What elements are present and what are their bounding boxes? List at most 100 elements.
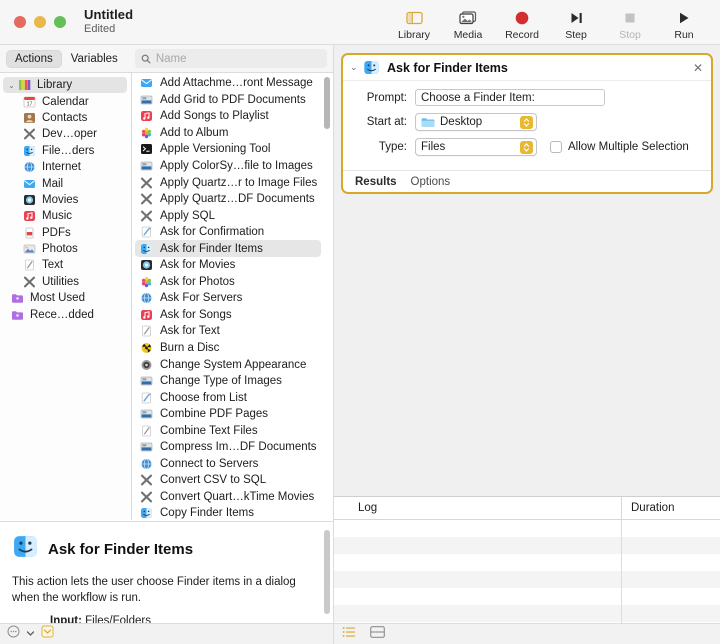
- toolbar-button-step[interactable]: Step: [550, 3, 602, 41]
- checkbox-yellow-icon[interactable]: [41, 625, 54, 643]
- table-row[interactable]: [334, 537, 720, 554]
- type-field-row: Type: Files Allow Multiple Selection: [353, 138, 701, 156]
- action-list-item[interactable]: Apply Quartz…DF Documents: [132, 191, 333, 208]
- library-item-contacts[interactable]: Contacts: [0, 110, 131, 126]
- action-list-item-label: Change System Appearance: [160, 359, 306, 371]
- library-item-calendar[interactable]: 17 Calendar: [0, 93, 131, 109]
- library-item-movies[interactable]: Movies: [0, 192, 131, 208]
- mail-icon: [139, 77, 154, 90]
- table-row[interactable]: [334, 588, 720, 605]
- library-item-library[interactable]: ⌄ Library: [3, 77, 127, 93]
- zoom-window-button[interactable]: [54, 16, 66, 28]
- action-list[interactable]: Add Attachme…ront MessageAdd Grid to PDF…: [132, 73, 333, 520]
- tab-variables[interactable]: Variables: [62, 50, 127, 68]
- action-list-item[interactable]: Convert CSV to SQL: [132, 472, 333, 489]
- library-label-photos: Photos: [42, 243, 78, 255]
- library-item-most-used[interactable]: Most Used: [0, 290, 131, 306]
- action-list-item[interactable]: Apply ColorSy…file to Images: [132, 158, 333, 175]
- action-list-item[interactable]: Apply SQL: [132, 207, 333, 224]
- action-list-item[interactable]: Ask for Movies: [132, 257, 333, 274]
- prompt-label: Prompt:: [353, 92, 407, 104]
- stepper-chevrons-icon[interactable]: [520, 141, 533, 154]
- tab-actions[interactable]: Actions: [6, 50, 62, 68]
- text-edit-icon: [139, 391, 154, 404]
- action-list-item[interactable]: Add Attachme…ront Message: [132, 75, 333, 92]
- log-table-rows[interactable]: [334, 520, 720, 622]
- chevron-down-icon[interactable]: ⌄: [350, 62, 363, 73]
- action-list-scrollbar[interactable]: [324, 77, 330, 129]
- workflow-action-card[interactable]: ⌄ Ask for Finder Items ✕ Prompt: Choose …: [341, 53, 713, 194]
- library-item-music[interactable]: Music: [0, 208, 131, 224]
- action-list-item[interactable]: Ask for Songs: [132, 307, 333, 324]
- action-list-item[interactable]: Apply Quartz…r to Image Files: [132, 174, 333, 191]
- ellipsis-icon[interactable]: [7, 625, 20, 643]
- allow-multiple-selection-checkbox[interactable]: Allow Multiple Selection: [550, 141, 689, 153]
- table-row[interactable]: [334, 520, 720, 537]
- toolbar-label-media: Media: [454, 29, 483, 41]
- toolbar-button-run[interactable]: Run: [658, 3, 710, 41]
- action-list-item[interactable]: Add Grid to PDF Documents: [132, 92, 333, 109]
- action-list-item[interactable]: Convert Quart…kTime Movies: [132, 489, 333, 506]
- table-row[interactable]: [334, 605, 720, 622]
- globe-icon: [22, 161, 37, 174]
- action-list-item[interactable]: Change System Appearance: [132, 356, 333, 373]
- checkbox-box[interactable]: [550, 141, 562, 153]
- chevron-down-icon[interactable]: ⌄: [6, 81, 17, 90]
- toolbar-button-library[interactable]: Library: [388, 3, 440, 41]
- type-dropdown[interactable]: Files: [415, 138, 537, 156]
- close-icon[interactable]: ✕: [693, 62, 703, 74]
- library-item-recently-added[interactable]: Rece…dded: [0, 306, 131, 322]
- media-icon: [459, 8, 477, 27]
- start-at-dropdown[interactable]: Desktop: [415, 113, 537, 131]
- action-list-item[interactable]: Choose from List: [132, 389, 333, 406]
- log-column-header-duration[interactable]: Duration: [621, 497, 674, 519]
- close-window-button[interactable]: [14, 16, 26, 28]
- action-list-item[interactable]: Add Songs to Playlist: [132, 108, 333, 125]
- library-label-music: Music: [42, 210, 72, 222]
- table-row[interactable]: [334, 571, 720, 588]
- log-column-header-log[interactable]: Log: [334, 502, 621, 514]
- action-list-item[interactable]: Change Type of Images: [132, 373, 333, 390]
- table-row[interactable]: [334, 554, 720, 571]
- minimize-window-button[interactable]: [34, 16, 46, 28]
- action-list-item[interactable]: Copy Finder Items: [132, 505, 333, 520]
- library-item-files-folders[interactable]: File…ders: [0, 143, 131, 159]
- chevron-down-icon[interactable]: [26, 625, 35, 643]
- prompt-input[interactable]: Choose a Finder Item:: [415, 89, 605, 106]
- toolbar-button-record[interactable]: Record: [496, 3, 548, 41]
- library-item-internet[interactable]: Internet: [0, 159, 131, 175]
- library-item-text[interactable]: Text: [0, 257, 131, 273]
- workflow-action-title: Ask for Finder Items: [387, 61, 508, 75]
- tab-options[interactable]: Options: [411, 176, 451, 188]
- library-item-mail[interactable]: Mail: [0, 175, 131, 191]
- description-scrollbar[interactable]: [324, 530, 330, 614]
- tab-results[interactable]: Results: [355, 176, 397, 188]
- action-list-item[interactable]: Combine Text Files: [132, 422, 333, 439]
- action-list-item-label: Compress Im…DF Documents: [160, 441, 317, 453]
- library-item-utilities[interactable]: Utilities: [0, 274, 131, 290]
- action-list-item[interactable]: Burn a Disc: [132, 340, 333, 357]
- action-list-item[interactable]: Combine PDF Pages: [132, 406, 333, 423]
- list-view-icon[interactable]: [342, 625, 356, 643]
- workflow-canvas[interactable]: ⌄ Ask for Finder Items ✕ Prompt: Choose …: [333, 45, 720, 496]
- prompt-field-row: Prompt: Choose a Finder Item:: [353, 89, 701, 106]
- action-list-item[interactable]: Apple Versioning Tool: [132, 141, 333, 158]
- action-list-item[interactable]: Ask For Servers: [132, 290, 333, 307]
- stepper-chevrons-icon[interactable]: [520, 116, 533, 129]
- split-view-icon[interactable]: [370, 625, 385, 643]
- action-list-item[interactable]: Ask for Confirmation: [132, 224, 333, 241]
- action-list-item[interactable]: Connect to Servers: [132, 456, 333, 473]
- library-item-developer[interactable]: Dev…oper: [0, 126, 131, 142]
- library-category-list[interactable]: ⌄ Library 17 Calendar Contacts Dev…oper: [0, 73, 132, 520]
- action-list-item[interactable]: Ask for Finder Items: [135, 240, 321, 257]
- mail-icon: [22, 177, 37, 190]
- search-input[interactable]: Name: [135, 49, 327, 68]
- action-list-item[interactable]: Compress Im…DF Documents: [132, 439, 333, 456]
- library-item-photos[interactable]: Photos: [0, 241, 131, 257]
- window-controls: [0, 16, 66, 28]
- action-list-item[interactable]: Ask for Photos: [132, 274, 333, 291]
- action-list-item[interactable]: Ask for Text: [132, 323, 333, 340]
- toolbar-button-media[interactable]: Media: [442, 3, 494, 41]
- library-item-pdfs[interactable]: PDFs: [0, 225, 131, 241]
- action-list-item[interactable]: Add to Album: [132, 125, 333, 142]
